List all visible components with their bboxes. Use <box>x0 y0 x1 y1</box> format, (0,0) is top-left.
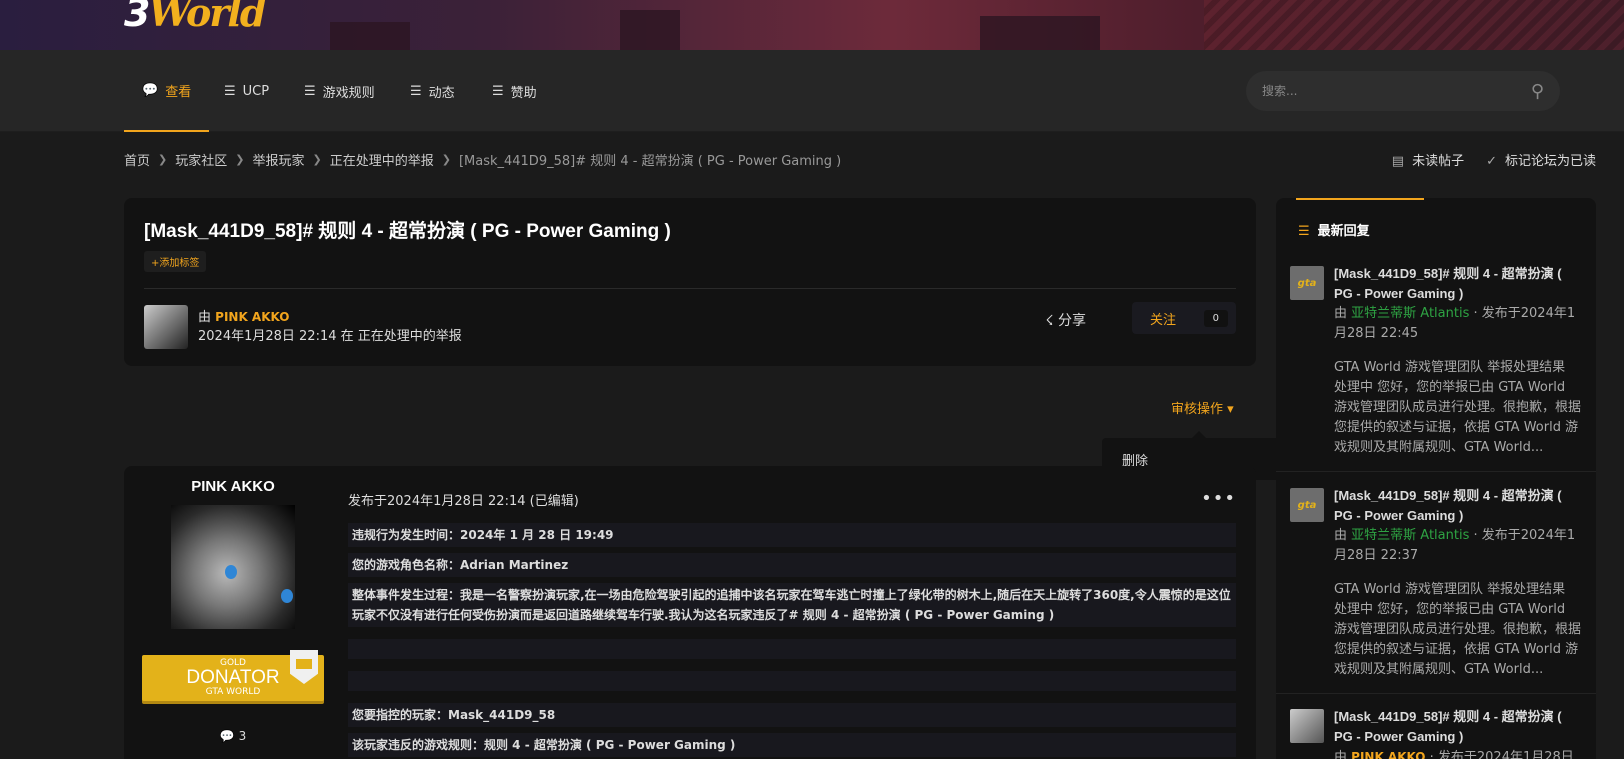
reply-excerpt: GTA World 游戏管理团队 举报处理结果 处理中 您好，您的举报已由 GT… <box>1334 582 1582 677</box>
check-icon: ✓ <box>1486 154 1497 169</box>
post-author-name[interactable]: PINK AKKO <box>124 478 342 495</box>
main-nav: 💬 查看 ☰ UCP ☰ 游戏规则 ☰ 动态 ☰ 赞助 ⚲ <box>0 50 1624 132</box>
donator-badge: GOLD DONATOR GTA WORLD <box>142 650 324 701</box>
stream-icon: ☰ <box>410 83 422 99</box>
reply-title[interactable]: [Mask_441D9_58]# 规则 4 - 超常扮演 ( PG - Powe… <box>1334 707 1582 747</box>
breadcrumb-processing[interactable]: 正在处理中的举报 <box>330 150 434 169</box>
list-icon: ☰ <box>304 83 316 99</box>
breadcrumb-current: [Mask_441D9_58]# 规则 4 - 超常扮演 ( PG - Powe… <box>458 154 842 169</box>
post-line: 该玩家违反的游戏规则：规则 4 - 超常扮演 ( PG - Power Gami… <box>348 733 1236 757</box>
site-logo[interactable]: 3World <box>124 0 266 35</box>
breadcrumb-actions: ▤ 未读帖子 ✓ 标记论坛为已读 <box>1392 150 1596 169</box>
post-date: 发布于2024年1月28日 22:14 (已编辑) <box>348 494 579 509</box>
nav-item-activity[interactable]: ☰ 动态 <box>410 50 455 132</box>
follow-label: 关注 <box>1150 312 1177 328</box>
more-options-icon[interactable]: ••• <box>1201 488 1236 509</box>
post-body: 发布于2024年1月28日 22:14 (已编辑) ••• 违规行为发生时间：2… <box>348 466 1236 757</box>
breadcrumb-home[interactable]: 首页 <box>124 150 150 169</box>
newspaper-icon: ▤ <box>1391 154 1405 169</box>
nav-item-ucp[interactable]: ☰ UCP <box>224 50 269 132</box>
banner-stripe <box>1204 0 1624 50</box>
unread-posts-link[interactable]: ▤ 未读帖子 <box>1392 150 1464 169</box>
avatar[interactable] <box>171 505 295 629</box>
mark-read-link[interactable]: ✓ 标记论坛为已读 <box>1486 150 1596 169</box>
chevron-right-icon: ❯ <box>441 153 451 166</box>
reply-meta: 由 亚特兰蒂斯 Atlantis · 发布于2024年1月28日 22:45 <box>1334 306 1576 341</box>
banner-building <box>620 10 680 50</box>
list-icon: ☰ <box>1298 224 1310 239</box>
nav-item-label: 游戏规则 <box>322 85 375 101</box>
post-line: 您的游戏角色名称：Adrian Martinez <box>348 553 1236 577</box>
post-line <box>348 639 1236 659</box>
latest-replies-sidebar: ☰ 最新回复 gta [Mask_441D9_58]# 规则 4 - 超常扮演 (… <box>1276 198 1596 759</box>
sidebar-tab-indicator <box>1296 198 1424 200</box>
chat-icon: 💬 <box>142 82 159 98</box>
search-input[interactable] <box>1262 84 1531 98</box>
site-banner: 3World <box>0 0 1624 50</box>
nav-item-label: 查看 <box>165 84 192 100</box>
share-button[interactable]: ☇ 分享 <box>1046 310 1086 330</box>
reply-item[interactable]: gta [Mask_441D9_58]# 规则 4 - 超常扮演 ( PG - … <box>1276 264 1596 472</box>
post-line: 您要指控的玩家：Mask_441D9_58 <box>348 703 1236 727</box>
chevron-right-icon: ❯ <box>312 153 322 166</box>
list-icon: ☰ <box>224 83 236 99</box>
breadcrumb: 首页 ❯ 玩家社区 ❯ 举报玩家 ❯ 正在处理中的举报 ❯ [Mask_441D… <box>124 150 841 169</box>
chevron-right-icon: ❯ <box>158 153 168 166</box>
avatar[interactable]: gta <box>1290 266 1324 300</box>
share-icon: ☇ <box>1045 313 1054 329</box>
moderation-actions-button[interactable]: 审核操作 ▾ <box>1171 398 1234 417</box>
topic-header: [Mask_441D9_58]# 规则 4 - 超常扮演 ( PG - Powe… <box>124 198 1256 366</box>
nav-item-view[interactable]: 💬 查看 <box>124 50 210 132</box>
sidebar-title: ☰ 最新回复 <box>1298 224 1370 239</box>
caret-down-icon: ▾ <box>1227 402 1234 417</box>
comment-icon: 💬 <box>219 729 235 743</box>
breadcrumb-report[interactable]: 举报玩家 <box>252 150 304 169</box>
topic-meta: 由 PINK AKKO 2024年1月28日 22:14 在 正在处理中的举报 <box>198 310 462 344</box>
post-author-panel: PINK AKKO GOLD DONATOR GTA WORLD 💬 3 <box>124 466 342 743</box>
follow-count: 0 <box>1203 309 1228 327</box>
avatar[interactable]: gta <box>1290 488 1324 522</box>
post-line <box>348 671 1236 691</box>
post: PINK AKKO GOLD DONATOR GTA WORLD 💬 3 发布于… <box>124 466 1256 759</box>
nav-item-label: UCP <box>242 83 270 99</box>
chevron-right-icon: ❯ <box>235 153 245 166</box>
search-box: ⚲ <box>1246 71 1560 111</box>
nav-item-donate[interactable]: ☰ 赞助 <box>492 50 537 132</box>
topic-title: [Mask_441D9_58]# 规则 4 - 超常扮演 ( PG - Powe… <box>144 221 671 242</box>
avatar[interactable] <box>144 305 188 349</box>
follow-button[interactable]: 关注 0 <box>1132 302 1236 334</box>
post-line: 违规行为发生时间：2024年 1 月 28 日 19:49 <box>348 523 1236 547</box>
banner-building <box>980 16 1100 50</box>
list-icon: ☰ <box>492 83 504 99</box>
post-line: 整体事件发生过程：我是一名警察扮演玩家,在一场由危险驾驶引起的追捕中该名玩家在驾… <box>348 583 1236 627</box>
reply-excerpt: GTA World 游戏管理团队 举报处理结果 处理中 您好，您的举报已由 GT… <box>1334 360 1582 455</box>
author-link[interactable]: PINK AKKO <box>215 310 289 324</box>
nav-item-rules[interactable]: ☰ 游戏规则 <box>304 50 375 132</box>
reply-title[interactable]: [Mask_441D9_58]# 规则 4 - 超常扮演 ( PG - Powe… <box>1334 264 1582 304</box>
reply-meta: 由 PINK AKKO · 发布于2024年1月28日 <box>1334 750 1574 759</box>
nav-item-label: 动态 <box>428 85 455 101</box>
divider <box>144 288 1236 289</box>
topic-date: 2024年1月28日 22:14 在 正在处理中的举报 <box>198 329 462 344</box>
reply-meta: 由 亚特兰蒂斯 Atlantis · 发布于2024年1月28日 22:37 <box>1334 528 1576 563</box>
breadcrumb-community[interactable]: 玩家社区 <box>175 150 227 169</box>
add-tag-button[interactable]: +添加标签 <box>144 251 207 272</box>
post-count: 💬 3 <box>219 729 247 743</box>
banner-building <box>330 22 410 50</box>
nav-item-label: 赞助 <box>510 85 537 101</box>
reply-item[interactable]: [Mask_441D9_58]# 规则 4 - 超常扮演 ( PG - Powe… <box>1276 707 1596 759</box>
reply-title[interactable]: [Mask_441D9_58]# 规则 4 - 超常扮演 ( PG - Powe… <box>1334 486 1582 526</box>
reply-item[interactable]: gta [Mask_441D9_58]# 规则 4 - 超常扮演 ( PG - … <box>1276 486 1596 694</box>
search-icon[interactable]: ⚲ <box>1531 81 1544 102</box>
avatar[interactable] <box>1290 709 1324 743</box>
